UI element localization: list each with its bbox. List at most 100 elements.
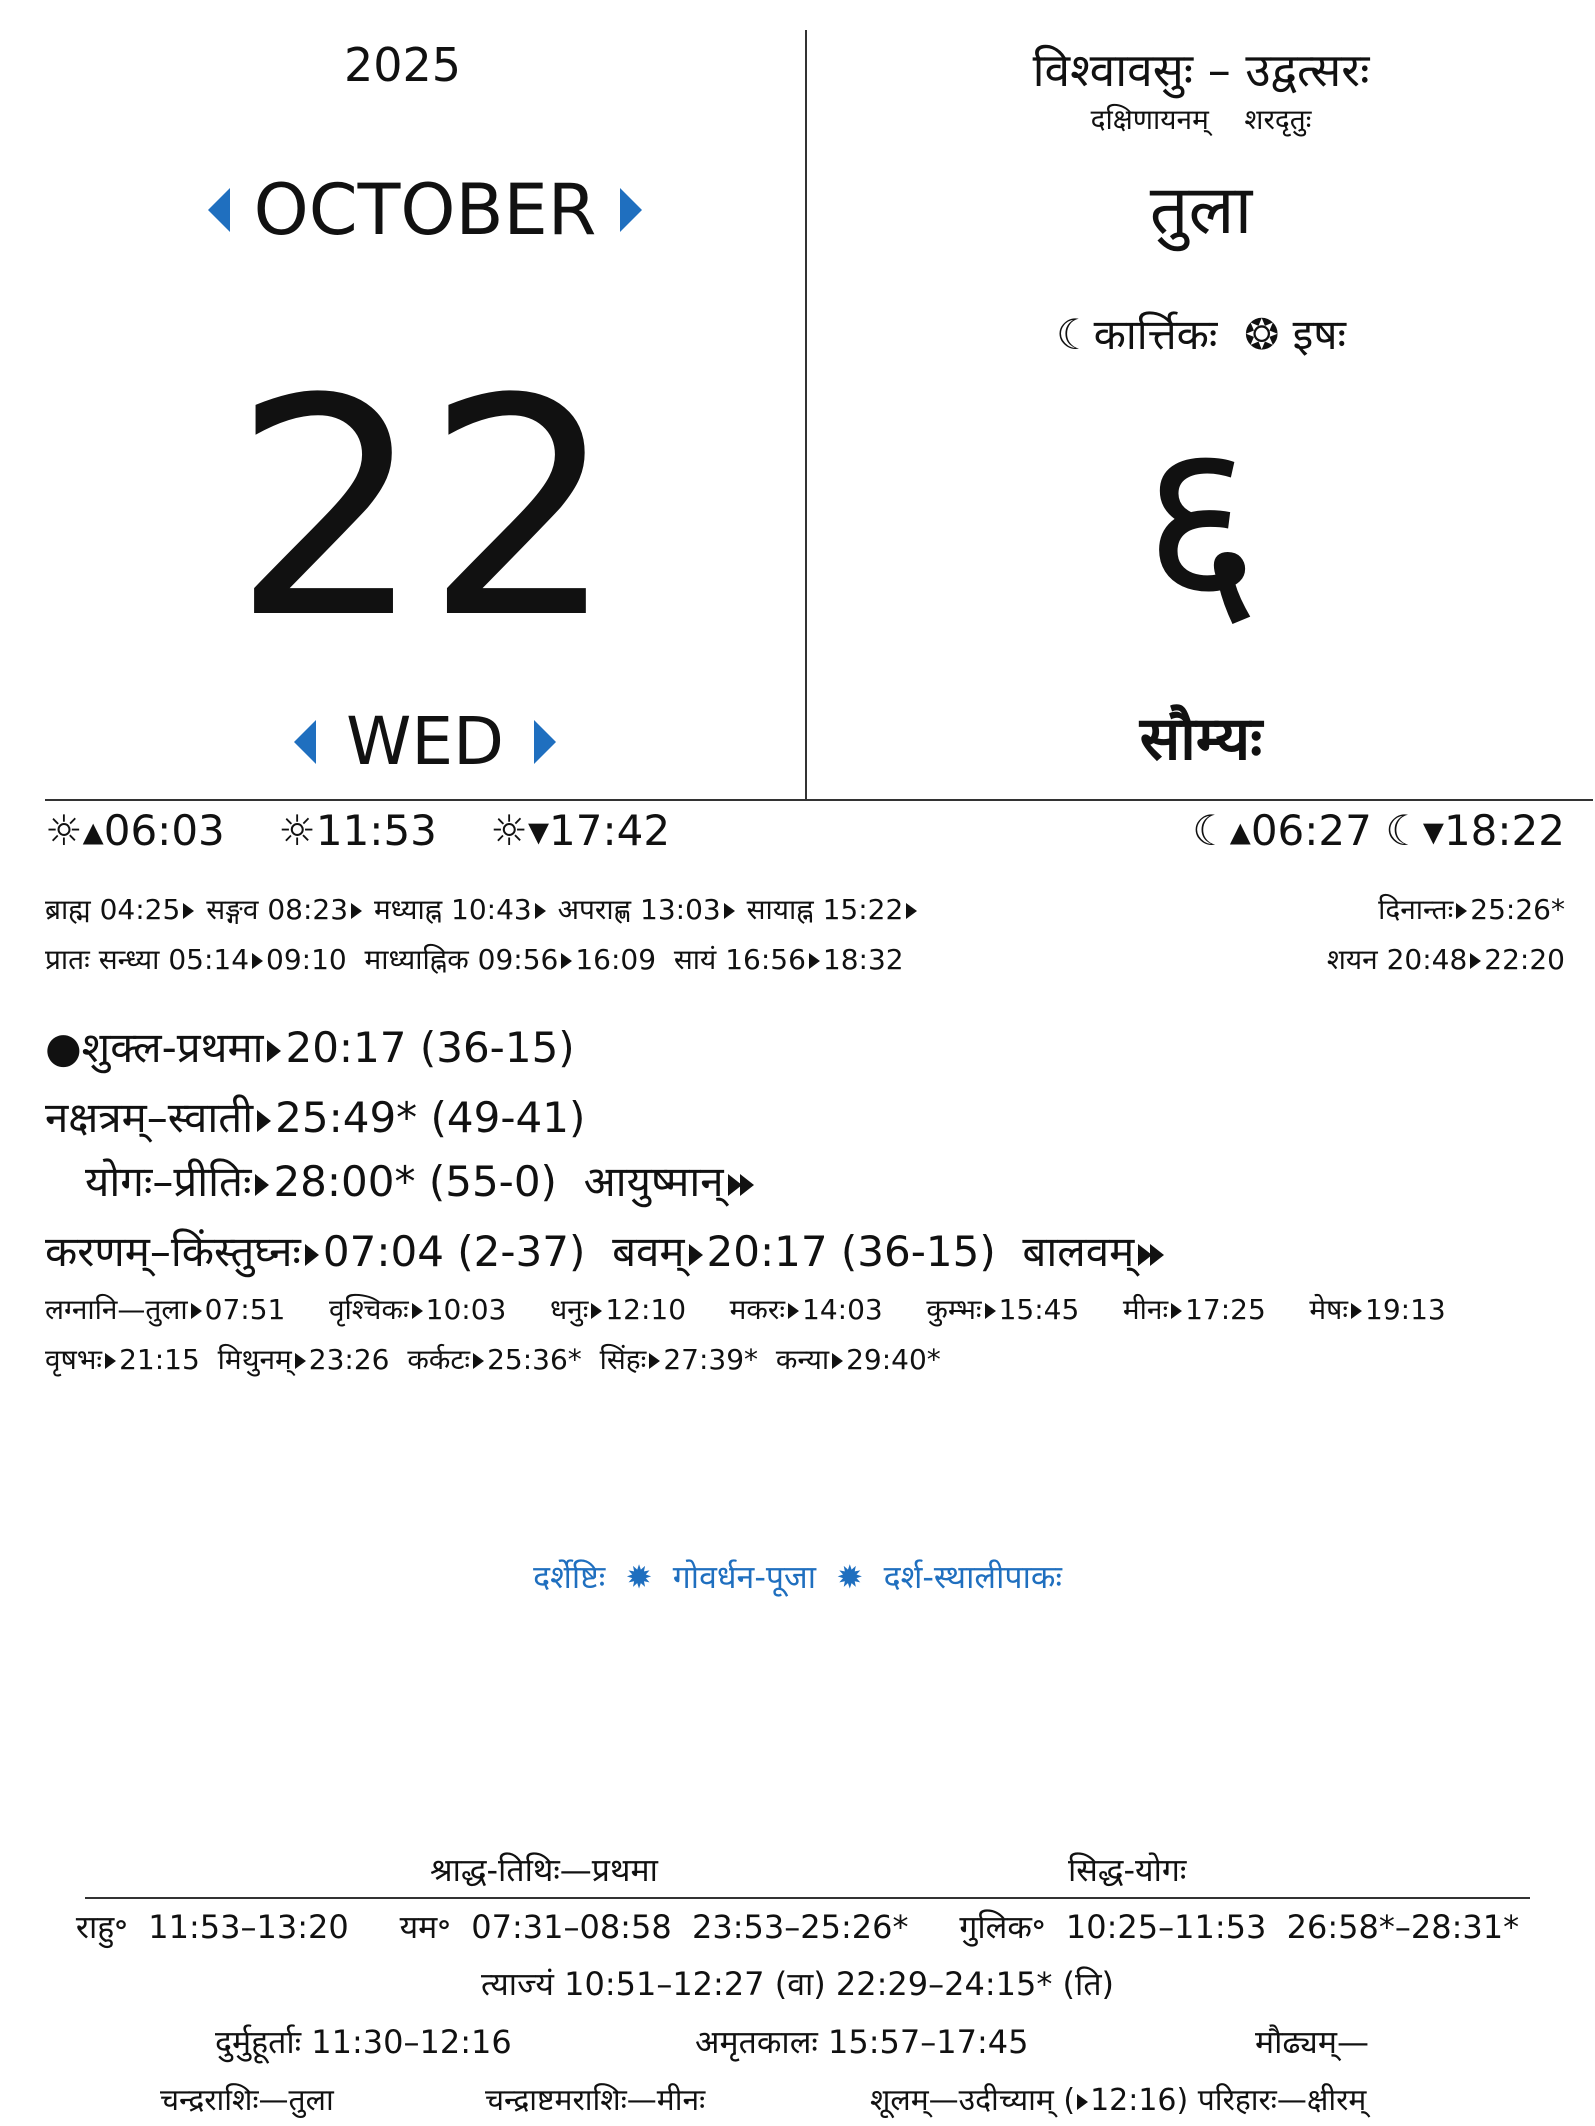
lagna-name: वृषभः [45, 1343, 103, 1376]
muhurta-label: मध्याह्न [373, 893, 443, 926]
sun-noon-icon: ☼ [278, 806, 316, 855]
muhurta-time: 13:03 [640, 893, 721, 926]
tithi-name: शुक्ल-प्रथमा [81, 1023, 264, 1072]
yama-label: यम॰ [399, 1908, 451, 1946]
yama-time: 07:31–08:58 23:53–25:26* [471, 1908, 909, 1946]
tyajya-row: त्याज्यं 10:51–12:27 (वा) 22:29–24:15* (… [480, 1965, 1115, 2003]
lagna-time: 29:40* [846, 1343, 941, 1376]
rahu-yama-gulika: राहु॰ 11:53–13:20 यम॰ 07:31–08:58 23:53–… [0, 1905, 1595, 1948]
nakshatra-row: नक्षत्रम्–स्वाती 25:49* (49-41) [45, 1088, 585, 1145]
sunrise-time: 06:03 [103, 806, 225, 855]
yoga-name: योगः–प्रीतिः [85, 1157, 252, 1206]
lagna-time: 15:45 [998, 1293, 1080, 1326]
muhurta-label: सङ्गव [206, 893, 259, 926]
ritu-label: शरदृतुः [1244, 103, 1312, 136]
top-rule [45, 799, 1593, 801]
yoga-row: योगः–प्रीतिः 28:00* (55-0) आयुष्मान् [85, 1152, 758, 1209]
lagna-name: मेषः [1309, 1293, 1349, 1326]
prev-month-button[interactable] [207, 187, 230, 232]
moonrise-time: 06:27 [1250, 806, 1372, 855]
lagna-name: मकरः [729, 1293, 786, 1326]
siddha-yoga: सिद्ध-योगः [1068, 1851, 1187, 1889]
gulika-label: गुलिक॰ [959, 1908, 1046, 1946]
lagna-row-1: लग्नानि—तुला 07:51 वृश्चिकः 10:03 धनुः 12:1… [45, 1290, 1446, 1328]
shoolam-label: शूलम्—उदीच्याम् ( [870, 2083, 1076, 2118]
dinanta: दिनान्तः 25:26* [1378, 890, 1565, 928]
shayana-start: 20:48 [1386, 943, 1468, 976]
flower-bullet-icon: ✹ [625, 1558, 653, 1596]
karana2-time: 20:17 (36-15) [706, 1227, 996, 1276]
lagna-name: कन्या [775, 1343, 830, 1376]
muhurta-label: सायाह्न [746, 893, 814, 926]
weekday-selector: WED [0, 695, 850, 785]
maudhya: मौढ्यम्— [1255, 2023, 1370, 2061]
lagna-name: धनुः [549, 1293, 589, 1326]
pratah-sandhya-label: प्रातः सन्ध्या [45, 943, 160, 976]
lagna-name: लग्नानि—तुला [45, 1293, 188, 1326]
lagna-name: मिथुनम् [217, 1343, 292, 1376]
chakra-icon: ❂ [1244, 310, 1280, 359]
month-names: ☾कार्त्तिकः ❂ इषः [807, 305, 1595, 362]
month-selector: OCTOBER [0, 160, 850, 255]
festivals-row: दर्शेष्टिः ✹ गोवर्धन-पूजा ✹ दर्श-स्थालीप… [0, 1555, 1595, 1598]
sun-times: ☼▴06:03 ☼11:53 ☼▾17:42 [45, 806, 670, 855]
lagna-time: 12:10 [605, 1293, 687, 1326]
nakshatra-time: 25:49* (49-41) [275, 1093, 586, 1142]
tithi-time: 20:17 (36-15) [285, 1023, 575, 1072]
nakshatra-name: नक्षत्रम्–स्वाती [45, 1093, 254, 1142]
karana-time: 07:04 (2-37) [322, 1227, 586, 1276]
next-day-button[interactable] [533, 719, 556, 764]
ayana-ritu: दक्षिणायनम् शरदृतुः [807, 100, 1595, 138]
shraddha-tithi: श्राद्ध-तिथिः—प्रथमा [430, 1851, 658, 1889]
lagna-time: 23:26 [308, 1343, 390, 1376]
bottom-rule [85, 1897, 1530, 1899]
madhyahnika-label: माध्याह्निक [364, 943, 469, 976]
day-number: 22 [232, 335, 618, 684]
madhya-start: 09:56 [477, 943, 559, 976]
noon-time: 11:53 [315, 806, 437, 855]
pratah-start: 05:14 [168, 943, 250, 976]
moon-crescent-icon: ☾ [1055, 310, 1094, 359]
chandra-rashi: चन्द्रराशिः—तुला [160, 2083, 334, 2118]
festival-item[interactable]: दर्शेष्टिः [533, 1558, 605, 1596]
rashi-label: तुला [1149, 171, 1253, 250]
lagna-row-2: वृषभः 21:15 मिथुनम् 23:26 कर्कटः 25:36* सिं… [45, 1340, 941, 1378]
solar-month-label: इषः [1292, 310, 1347, 359]
lagna-name: कुम्भः [926, 1293, 982, 1326]
year-label: 2025 [343, 38, 462, 92]
lagna-name: सिंहः [599, 1343, 647, 1376]
madhya-end: 16:09 [575, 943, 657, 976]
shoolam: शूलम्—उदीच्याम् ( 12:16) परिहारः—क्षीरम् [870, 2078, 1366, 2119]
festival-item[interactable]: दर्श-स्थालीपाकः [884, 1558, 1062, 1596]
muhurta-time: 04:25 [99, 893, 181, 926]
karana-row: करणम्–किंस्तुघ्नः 07:04 (2-37) बवम् 20:17 … [45, 1222, 1168, 1279]
moonset-time: 18:22 [1443, 806, 1565, 855]
prev-day-button[interactable] [294, 719, 317, 764]
sandhya-row: प्रातः सन्ध्या 05:14 09:10 माध्याह्निक 09… [45, 940, 904, 978]
rahu-time: 11:53–13:20 [148, 1908, 349, 1946]
shoolam-time: 12:16) परिहारः—क्षीरम् [1090, 2083, 1367, 2118]
shayana: शयन 20:48 22:20 [1327, 940, 1565, 978]
moon-rise-icon: ☾▴ [1192, 806, 1251, 855]
festival-item[interactable]: गोवर्धन-पूजा [673, 1558, 816, 1596]
rahu-label: राहु॰ [75, 1908, 128, 1946]
samvatsara-label: विश्वावसुः – उद्वत्सरः [1032, 43, 1370, 97]
moon-times: ☾▴06:27 ☾▾18:22 [1192, 806, 1565, 855]
gulika-time: 10:25–11:53 26:58*–28:31* [1065, 1908, 1520, 1946]
weekday-label: WED [346, 702, 504, 780]
vara-label: सौम्यः [1139, 704, 1263, 774]
ayana-label: दक्षिणायनम् [1090, 103, 1209, 136]
new-moon-dot-icon: ● [45, 1023, 82, 1072]
yoga-next: आयुष्मान् [583, 1157, 724, 1206]
dinanta-label: दिनान्तः [1378, 893, 1454, 926]
durmuhurta: दुर्मुहूर्ताः 11:30–12:16 [215, 2023, 512, 2061]
muhurta-time: 15:22 [822, 893, 904, 926]
lagna-time: 27:39* [663, 1343, 759, 1376]
lagna-time: 19:13 [1365, 1293, 1446, 1326]
shayana-label: शयन [1326, 943, 1378, 976]
next-month-button[interactable] [620, 187, 643, 232]
lunar-month-label: कार्त्तिकः [1093, 310, 1218, 359]
sunset-time: 17:42 [549, 806, 671, 855]
sun-set-icon: ☼▾ [490, 806, 550, 855]
month-label: OCTOBER [253, 168, 597, 251]
